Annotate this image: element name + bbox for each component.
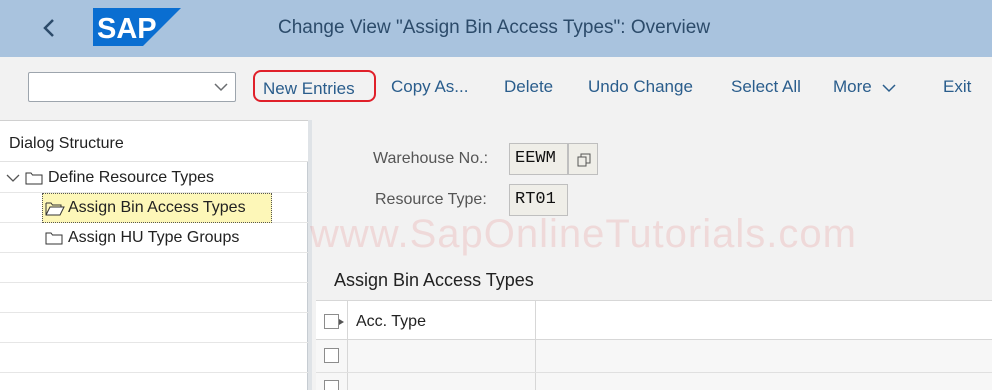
new-entries-label: New Entries bbox=[263, 79, 355, 98]
svg-text:SAP: SAP bbox=[97, 13, 157, 45]
chevron-left-icon bbox=[43, 19, 54, 37]
watermark-text: www.SapOnlineTutorials.com bbox=[310, 212, 857, 256]
row-select-checkbox[interactable] bbox=[324, 348, 339, 363]
row-select-checkbox[interactable] bbox=[324, 380, 339, 390]
row-divider bbox=[316, 372, 992, 373]
tree-item-label: Assign Bin Access Types bbox=[68, 199, 246, 216]
section-title: Assign Bin Access Types bbox=[334, 270, 534, 290]
back-button[interactable] bbox=[36, 14, 64, 42]
select-all-button[interactable]: Select All bbox=[731, 77, 801, 97]
tree-item-label: Define Resource Types bbox=[48, 169, 215, 186]
dialog-structure-panel: Dialog Structure Define Resource Types A… bbox=[0, 120, 308, 390]
tree-empty-row bbox=[0, 343, 308, 373]
undo-change-button[interactable]: Undo Change bbox=[588, 77, 693, 97]
tree-item-assign-hu-type-groups[interactable]: Assign HU Type Groups bbox=[0, 223, 308, 253]
warehouse-label: Warehouse No.: bbox=[373, 150, 489, 167]
command-combo[interactable] bbox=[28, 72, 236, 102]
new-entries-button[interactable]: New Entries bbox=[253, 70, 376, 102]
more-button[interactable]: More bbox=[833, 77, 896, 97]
more-label: More bbox=[833, 77, 872, 96]
table-header: Acc. Type bbox=[316, 300, 992, 341]
sap-logo: SAP bbox=[93, 8, 181, 46]
select-all-checkbox[interactable] bbox=[324, 314, 339, 329]
tree-empty-row bbox=[0, 253, 308, 283]
open-folder-icon bbox=[45, 202, 65, 216]
folder-icon bbox=[25, 172, 43, 185]
resource-type-label: Resource Type: bbox=[375, 191, 487, 208]
warehouse-field: EEWM bbox=[509, 143, 568, 175]
dialog-structure-title: Dialog Structure bbox=[9, 135, 124, 152]
application-toolbar: New Entries Copy As... Delete Undo Chang… bbox=[0, 57, 992, 120]
exit-button[interactable]: Exit bbox=[943, 77, 971, 97]
acc-type-table: Acc. Type bbox=[316, 300, 992, 390]
chevron-down-icon bbox=[882, 83, 896, 92]
copy-icon bbox=[577, 153, 591, 167]
shell-header: SAP Change View "Assign Bin Access Types… bbox=[0, 0, 992, 57]
caret-right-icon bbox=[339, 319, 344, 325]
select-all-cell[interactable] bbox=[316, 301, 348, 341]
folder-icon bbox=[45, 232, 63, 245]
expand-icon[interactable] bbox=[6, 173, 20, 183]
tree-empty-row bbox=[0, 283, 308, 313]
column-header-acc-type: Acc. Type bbox=[356, 313, 426, 330]
copy-as-button[interactable]: Copy As... bbox=[391, 77, 468, 97]
tree-item-label: Assign HU Type Groups bbox=[68, 229, 240, 246]
page-title: Change View "Assign Bin Access Types": O… bbox=[278, 17, 711, 38]
chevron-down-icon bbox=[214, 83, 228, 92]
delete-button[interactable]: Delete bbox=[504, 77, 553, 97]
tree-item-selected[interactable]: Assign Bin Access Types bbox=[42, 193, 272, 223]
dialog-structure-header: Dialog Structure bbox=[0, 120, 308, 162]
tree-empty-row bbox=[0, 313, 308, 343]
tree-item-define-resource-types[interactable]: Define Resource Types bbox=[0, 163, 308, 193]
value-help-button[interactable] bbox=[568, 143, 598, 175]
